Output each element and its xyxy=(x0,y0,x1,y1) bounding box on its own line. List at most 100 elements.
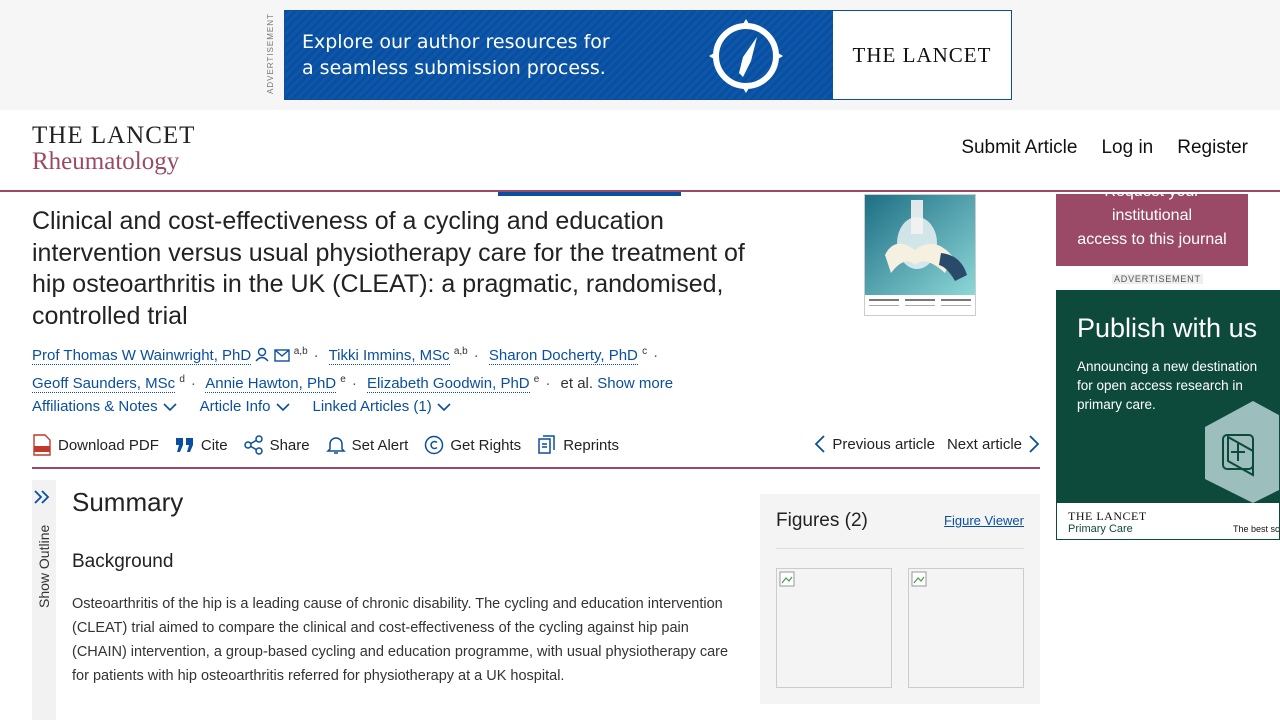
set-alert-label: Set Alert xyxy=(351,436,409,454)
top-ad-strip: ADVERTISEMENT Explore our author resourc… xyxy=(0,0,1280,110)
cover-illustration xyxy=(865,195,975,315)
share-icon xyxy=(243,435,263,455)
separator-dot: · xyxy=(545,375,551,392)
separator-dot: · xyxy=(653,347,659,364)
top-ad-banner[interactable]: Explore our author resources for a seaml… xyxy=(284,10,1012,100)
copyright-icon xyxy=(425,435,444,455)
double-chevron-right-icon xyxy=(34,490,50,504)
pdf-icon xyxy=(33,434,51,456)
affiliations-toggle[interactable]: Affiliations & Notes xyxy=(32,398,178,415)
figures-divider xyxy=(776,548,1024,549)
author-list: Prof Thomas W Wainwright, PhD a,b · Tikki… xyxy=(32,340,792,396)
et-al: et al. xyxy=(560,375,594,392)
show-more-authors-link[interactable]: Show more xyxy=(597,375,673,392)
share-label: Share xyxy=(269,436,310,454)
article-info-label: Article Info xyxy=(199,398,271,415)
institutional-access-button[interactable]: Request your institutional access to thi… xyxy=(1056,194,1248,266)
login-link[interactable]: Log in xyxy=(1101,137,1153,159)
show-outline-panel[interactable]: Show Outline xyxy=(32,480,56,720)
person-icon[interactable] xyxy=(255,347,269,362)
separator-dot: · xyxy=(473,347,479,364)
article-toolbar: Download PDF Cite Share Set Alert Get Ri… xyxy=(32,434,619,456)
reprints-label: Reprints xyxy=(563,436,620,454)
institution-line1: Request your xyxy=(1056,194,1248,204)
ad-brand: THE LANCET xyxy=(852,42,992,67)
author-affil: a,b xyxy=(453,346,468,357)
chevron-down-icon xyxy=(163,402,177,411)
linked-articles-label: Linked Articles (1) xyxy=(312,398,432,415)
set-alert-button[interactable]: Set Alert xyxy=(325,434,409,456)
institution-line3: access to this journal xyxy=(1077,231,1227,248)
linked-articles-toggle[interactable]: Linked Articles (1) xyxy=(313,398,452,415)
author-link[interactable]: Prof Thomas W Wainwright, PhD xyxy=(32,347,252,365)
separator-dot: · xyxy=(313,347,319,364)
article-pagination: Previous article Next article xyxy=(814,434,1040,454)
figure-thumbnail[interactable] xyxy=(776,568,892,688)
chevron-down-icon xyxy=(275,402,290,411)
bell-icon xyxy=(325,437,346,454)
figures-heading: Figures (2) xyxy=(776,510,868,531)
journal-cover-image[interactable] xyxy=(864,194,976,316)
author-link[interactable]: Sharon Docherty, PhD xyxy=(488,347,638,365)
side-ad-brand1: THE LANCET xyxy=(1068,509,1147,523)
quote-icon xyxy=(175,438,193,452)
figures-panel: Figures (2) Figure Viewer xyxy=(760,494,1040,704)
reprints-button[interactable]: Reprints xyxy=(537,434,619,456)
author-link[interactable]: Geoff Saunders, MSc xyxy=(32,375,176,393)
site-header: THE LANCET Rheumatology Submit Article L… xyxy=(0,110,1280,192)
affiliations-label: Affiliations & Notes xyxy=(32,398,158,415)
author-link[interactable]: Tikki Immins, MSc xyxy=(328,347,450,365)
email-icon[interactable] xyxy=(273,349,290,362)
journal-logo-line2[interactable]: Rheumatology xyxy=(32,148,179,176)
get-rights-button[interactable]: Get Rights xyxy=(424,434,521,456)
submit-article-link[interactable]: Submit Article xyxy=(961,137,1077,159)
download-pdf-button[interactable]: Download PDF xyxy=(32,434,159,456)
register-link[interactable]: Register xyxy=(1177,137,1248,159)
chevron-right-icon xyxy=(1029,435,1040,453)
author-affil: d xyxy=(179,374,185,385)
background-paragraph: Osteoarthritis of the hip is a leading c… xyxy=(72,596,729,684)
figure-thumbnail[interactable] xyxy=(908,568,1024,688)
author-link[interactable]: Annie Hawton, PhD xyxy=(205,375,337,393)
author-affil: a,b xyxy=(293,346,308,357)
journal-logo-line1[interactable]: THE LANCET xyxy=(32,122,195,150)
download-pdf-label: Download PDF xyxy=(58,436,159,454)
side-ad-brand2: Primary Care xyxy=(1068,523,1133,535)
chevron-left-icon xyxy=(815,435,826,453)
side-ad-heading: Publish with us xyxy=(1077,313,1258,343)
author-link[interactable]: Elizabeth Goodwin, PhD xyxy=(367,375,530,393)
separator-dot: · xyxy=(351,375,357,392)
previous-article-link[interactable]: Previous article xyxy=(814,434,935,454)
broken-image-icon xyxy=(779,571,795,587)
article-info-toggle[interactable]: Article Info xyxy=(200,398,291,415)
reprints-icon xyxy=(538,435,555,454)
side-ad-banner[interactable]: Publish with us Announcing a new destina… xyxy=(1056,290,1280,540)
ad-text-line2: a seamless submission process. xyxy=(302,57,606,79)
side-ad-tagline: The best science xyxy=(1233,524,1280,534)
compass-icon xyxy=(709,19,783,93)
article-info-tabs: Affiliations & Notes Article Info Linked… xyxy=(32,398,452,415)
get-rights-label: Get Rights xyxy=(450,436,522,454)
side-ad-footer: THE LANCET Primary Care The best science xyxy=(1057,503,1280,539)
active-tab-indicator xyxy=(498,192,681,196)
article-title: Clinical and cost-effectiveness of a cyc… xyxy=(32,207,745,330)
ad-text-line1: Explore our author resources for xyxy=(302,31,610,53)
figure-viewer-link[interactable]: Figure Viewer xyxy=(944,513,1024,528)
institution-line2: institutional xyxy=(1111,207,1193,224)
author-affil: c xyxy=(642,346,648,357)
ad-label: ADVERTISEMENT xyxy=(266,13,275,94)
ad-blue-panel: Explore our author resources for a seaml… xyxy=(285,11,833,99)
background-heading: Background xyxy=(72,551,174,572)
cite-label: Cite xyxy=(200,436,228,454)
cite-button[interactable]: Cite xyxy=(175,434,228,456)
next-article-label: Next article xyxy=(946,435,1022,453)
ad-text: Explore our author resources for a seaml… xyxy=(302,29,610,81)
header-nav: Submit Article Log in Register xyxy=(961,137,1248,159)
next-article-link[interactable]: Next article xyxy=(947,434,1040,454)
separator-dot: · xyxy=(190,375,196,392)
summary-heading: Summary xyxy=(72,487,184,517)
broken-image-icon xyxy=(911,571,927,587)
author-affil: e xyxy=(340,374,346,385)
side-ad-label: ADVERTISEMENT xyxy=(1112,274,1203,284)
share-button[interactable]: Share xyxy=(243,434,310,456)
